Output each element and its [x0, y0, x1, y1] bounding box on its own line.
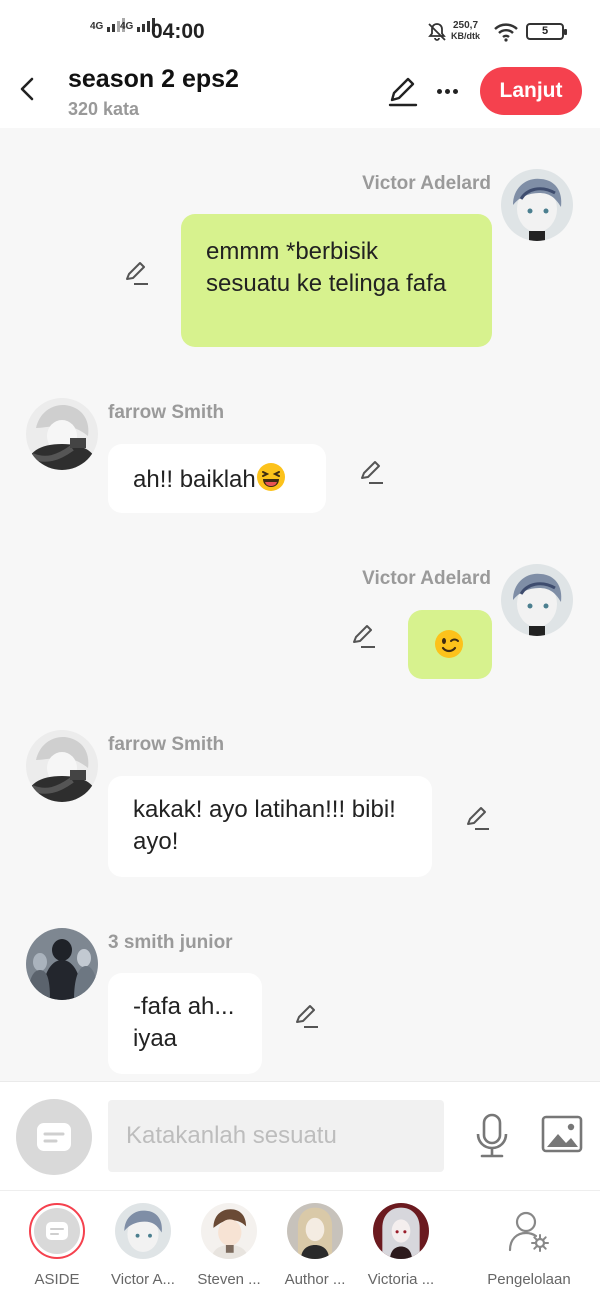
aside-note-icon	[46, 1222, 68, 1240]
story-title: season 2 eps2	[68, 65, 239, 93]
character-label: Author ...	[284, 1271, 346, 1288]
user-settings-icon	[508, 1211, 549, 1252]
message-text: ah!! baiklah	[133, 466, 256, 493]
pencil-icon	[126, 262, 148, 285]
winking-face-icon	[435, 630, 463, 658]
dot	[452, 88, 458, 94]
sender-name: Victor Adelard	[362, 568, 491, 589]
manage-label: Pengelolaan	[487, 1271, 571, 1288]
edit-message-button[interactable]	[292, 1002, 320, 1030]
avatar-smith-junior[interactable]	[26, 928, 98, 1000]
character-steven[interactable]: Steven ...	[187, 1203, 271, 1288]
edit-message-button[interactable]	[463, 804, 491, 832]
pencil-icon	[388, 77, 418, 107]
pencil-icon	[361, 461, 383, 484]
voice-input-button[interactable]	[472, 1112, 512, 1160]
character-label: Victor A...	[111, 1271, 175, 1288]
pencil-icon	[296, 1005, 318, 1028]
clock: 04:00	[151, 20, 205, 43]
farrow-portrait-icon	[26, 398, 98, 470]
edit-message-button[interactable]	[357, 458, 385, 486]
avatar	[29, 1203, 85, 1259]
edit-message-button[interactable]	[349, 622, 377, 650]
victor-portrait-icon	[115, 1203, 171, 1259]
character-victor[interactable]: Victor A...	[101, 1203, 185, 1288]
sender-name: farrow Smith	[108, 734, 225, 755]
smith-junior-portrait-icon	[26, 928, 98, 1000]
composer-bar	[0, 1081, 600, 1190]
aside-note-icon	[37, 1123, 71, 1151]
wifi-icon	[494, 23, 518, 42]
avatar	[201, 1203, 257, 1259]
dot	[444, 88, 450, 94]
chat-area[interactable]: Victor Adelard emmm *berbisik sesuatu ke…	[0, 128, 600, 1080]
net-speed-unit: KB/dtk	[451, 31, 480, 41]
sender-name: 3 smith junior	[108, 932, 233, 953]
laughing-face-icon	[256, 463, 285, 491]
back-button[interactable]	[12, 72, 42, 106]
victor-portrait-icon	[501, 169, 573, 241]
author-portrait-icon	[287, 1203, 343, 1259]
status-bar: 4G 4G 04:00 250,7 KB/dtk 5	[0, 0, 600, 60]
microphone-icon	[476, 1113, 508, 1158]
battery-indicator: 5	[526, 23, 567, 40]
more-options-button[interactable]	[432, 76, 462, 106]
avatar-victor[interactable]	[501, 564, 573, 636]
net-speed: 250,7 KB/dtk	[451, 20, 480, 42]
next-button[interactable]: Lanjut	[480, 67, 582, 115]
avatar	[287, 1203, 343, 1259]
avatar-farrow[interactable]	[26, 730, 98, 802]
victoria-portrait-icon	[373, 1203, 429, 1259]
character-label: Victoria ...	[367, 1271, 435, 1288]
image-icon	[541, 1115, 583, 1153]
sender-name: farrow Smith	[108, 402, 225, 423]
farrow-portrait-icon	[26, 730, 98, 802]
pencil-icon	[353, 625, 375, 648]
avatar	[115, 1203, 171, 1259]
mute-bell-icon	[428, 23, 446, 41]
insert-image-button[interactable]	[540, 1114, 584, 1154]
avatar-victor[interactable]	[501, 169, 573, 241]
manage-characters-button[interactable]: Pengelolaan	[476, 1203, 582, 1288]
edit-message-button[interactable]	[122, 259, 150, 287]
character-victoria[interactable]: Victoria ...	[359, 1203, 443, 1288]
aside-toggle-button[interactable]	[16, 1099, 92, 1175]
character-label: ASIDE	[34, 1271, 80, 1288]
message-bubble[interactable]: -fafa ah... iyaa	[108, 973, 262, 1074]
chevron-left-icon	[20, 77, 34, 101]
manage-icon-wrap	[501, 1203, 557, 1259]
word-count: 320 kata	[68, 99, 140, 119]
message-bubble[interactable]	[408, 610, 492, 679]
avatar-farrow[interactable]	[26, 398, 98, 470]
pencil-icon	[467, 807, 489, 830]
character-aside[interactable]: ASIDE	[15, 1203, 99, 1288]
character-author[interactable]: Author ...	[273, 1203, 357, 1288]
net-speed-value: 250,7	[452, 20, 479, 31]
message-input[interactable]	[108, 1100, 444, 1172]
network-type-1: 4G	[90, 21, 104, 32]
sender-name: Victor Adelard	[362, 173, 491, 194]
editor-header: season 2 eps2 320 kata Lanjut	[0, 60, 600, 128]
character-label: Steven ...	[197, 1271, 261, 1288]
signal-2: 4G	[120, 18, 156, 32]
message-bubble[interactable]: kakak! ayo latihan!!! bibi! ayo!	[108, 776, 432, 877]
network-type-2: 4G	[120, 21, 134, 32]
steven-portrait-icon	[201, 1203, 257, 1259]
victor-portrait-icon	[501, 564, 573, 636]
edit-title-button[interactable]	[386, 74, 420, 108]
character-bar: ASIDE Victor A... Steven ... Author ... …	[0, 1190, 600, 1300]
aside-avatar-bg	[34, 1208, 80, 1254]
message-bubble[interactable]: emmm *berbisik sesuatu ke telinga fafa	[181, 214, 492, 347]
message-bubble[interactable]: ah!! baiklah	[108, 444, 326, 513]
avatar	[373, 1203, 429, 1259]
dot	[436, 88, 442, 94]
